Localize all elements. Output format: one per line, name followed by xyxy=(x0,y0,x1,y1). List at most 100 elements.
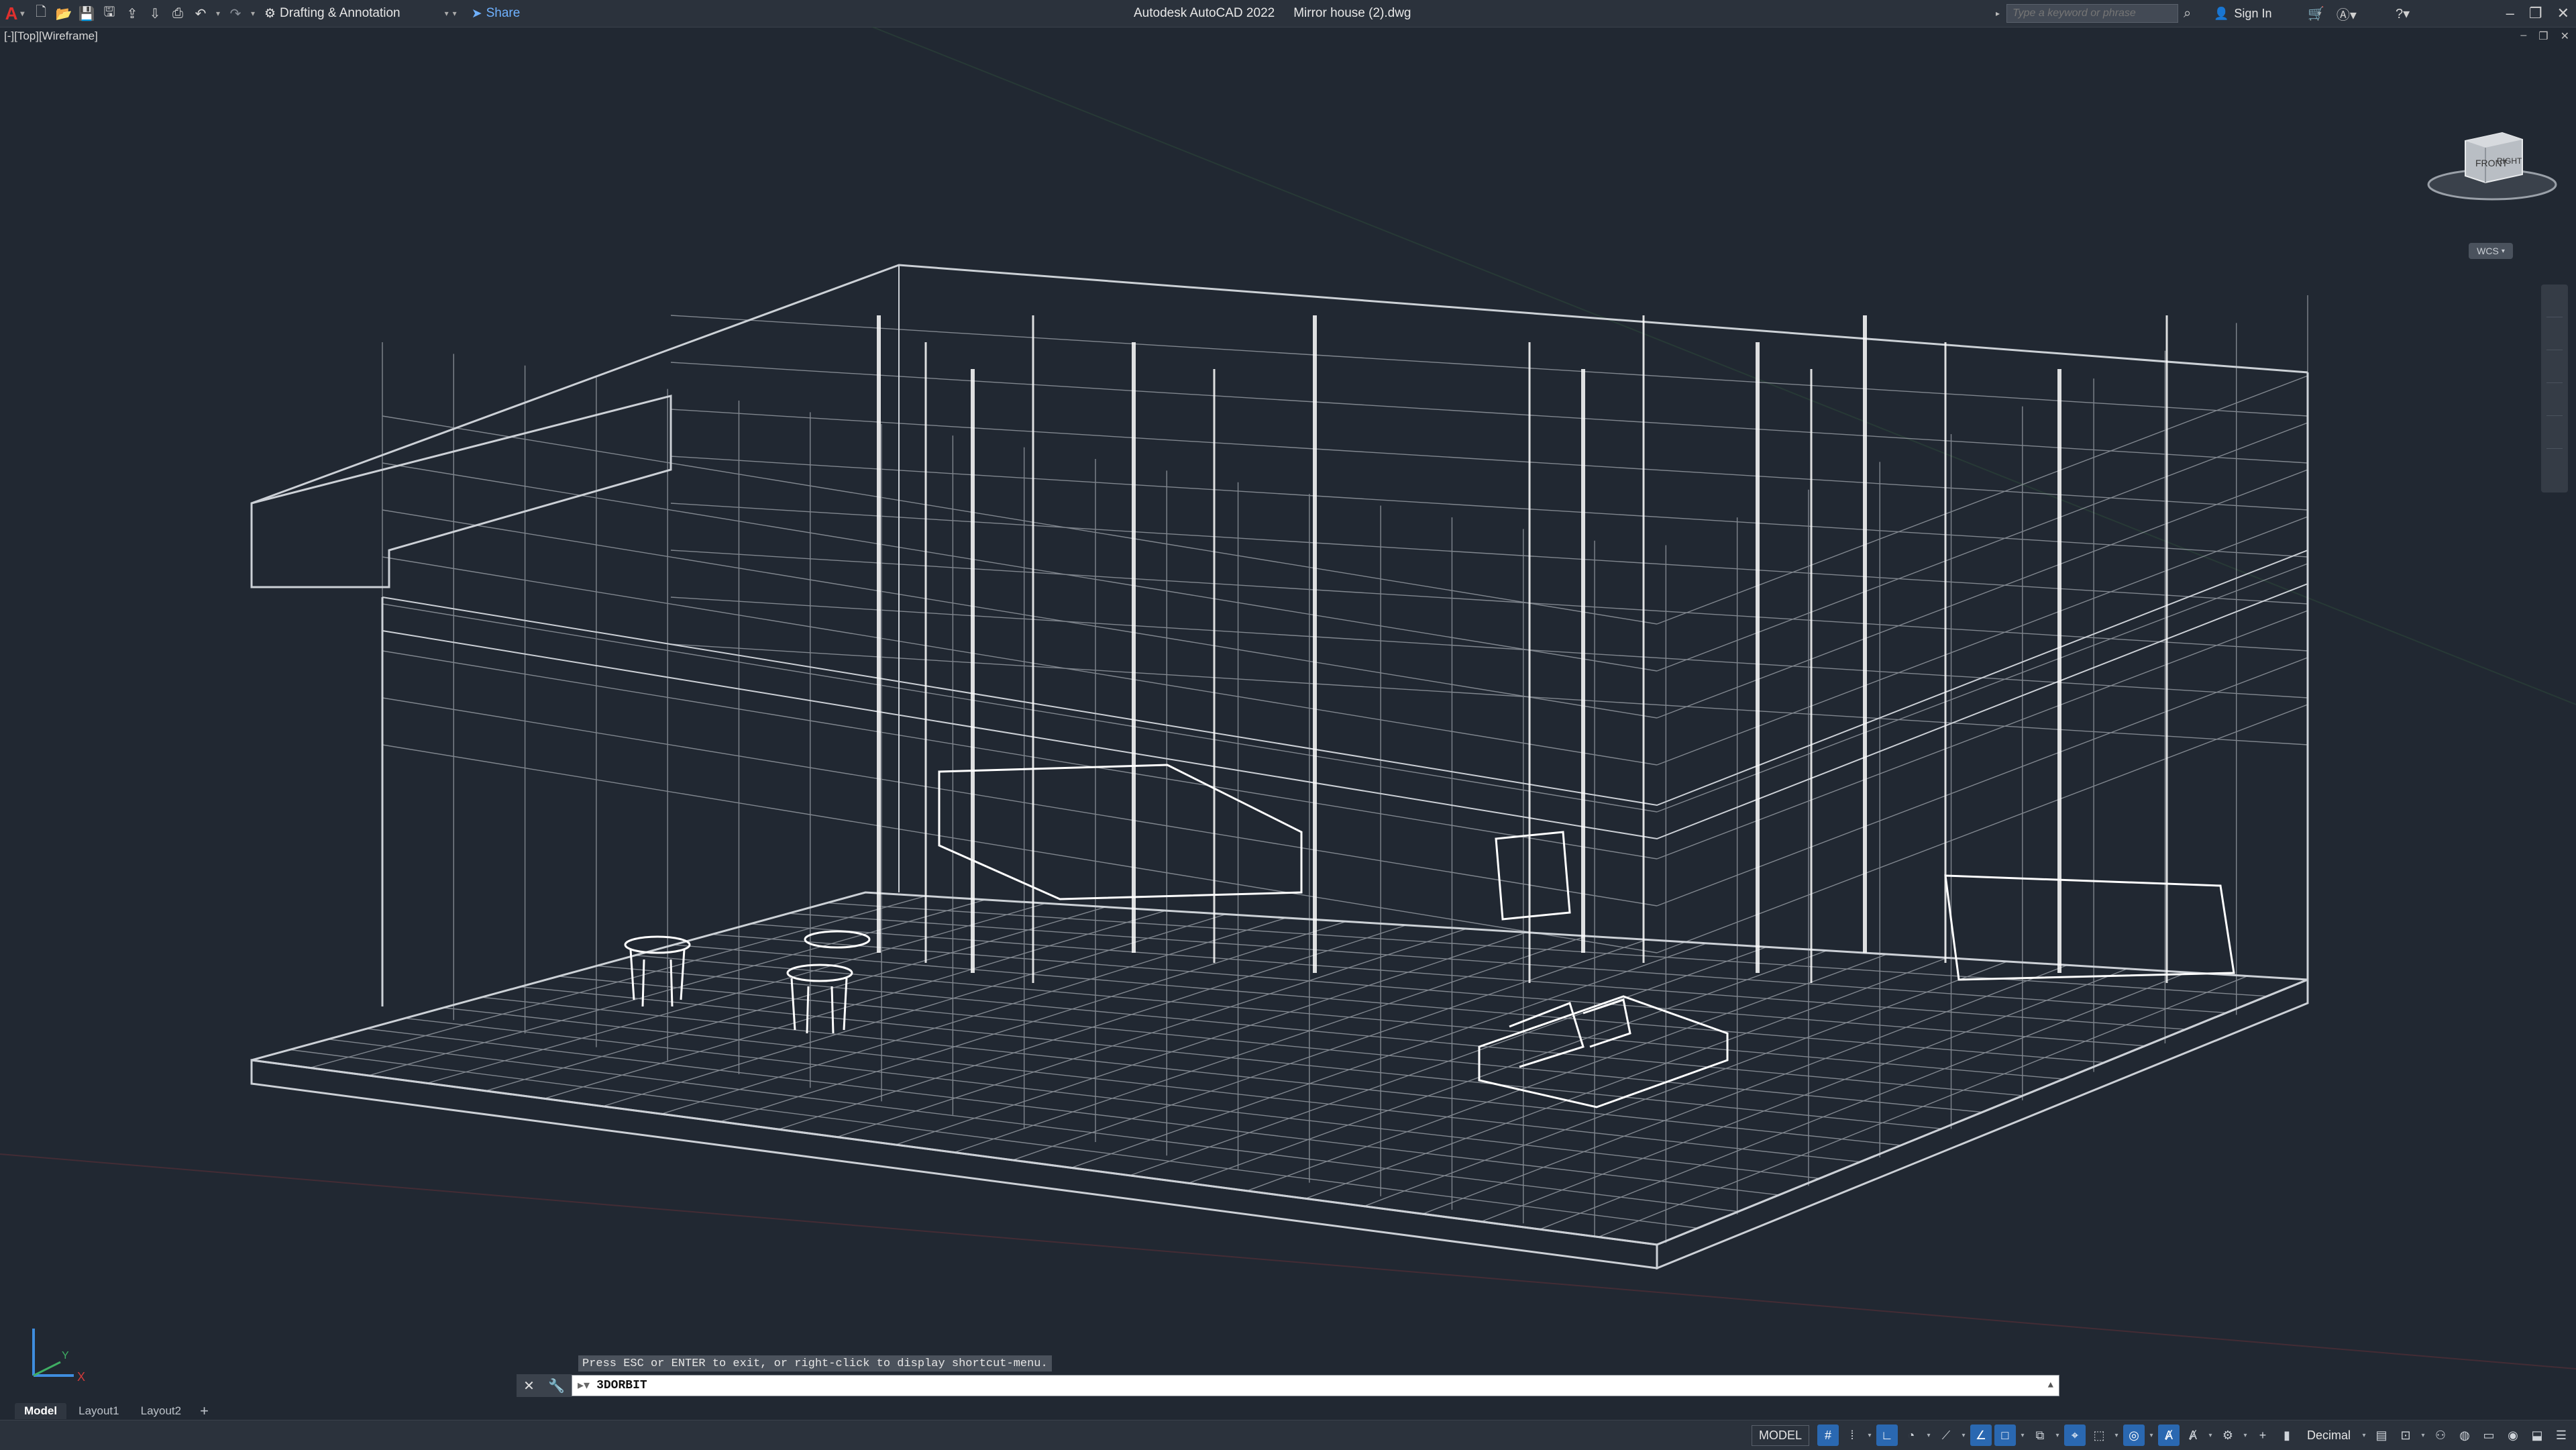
customize-wrench-icon[interactable]: 🔧 xyxy=(548,1378,565,1394)
isodraft-icon[interactable]: ⟋ xyxy=(1935,1425,1957,1446)
help-icon[interactable]: ?▾ xyxy=(2396,5,2410,22)
ortho-icon[interactable]: ∟ xyxy=(1876,1425,1898,1446)
auto-scale-icon[interactable]: Ⱥ xyxy=(2182,1425,2204,1446)
isolate-objects-icon[interactable]: ⚇ xyxy=(2430,1425,2451,1446)
search-icon[interactable]: ⌕ xyxy=(2184,6,2191,21)
gizmo-dropdown[interactable]: ▾ xyxy=(2147,1432,2155,1439)
application-menu-button[interactable]: A ▾ xyxy=(0,0,30,27)
workspace-dropdown[interactable]: ▾ xyxy=(2241,1432,2249,1439)
snap-dropdown[interactable]: ▾ xyxy=(1866,1432,1874,1439)
object-snap-tracking-icon[interactable]: ∠ xyxy=(1970,1425,1992,1446)
polar-icon[interactable]: ◔ xyxy=(1900,1425,1922,1446)
bed-right xyxy=(1944,874,2235,981)
units-icon[interactable]: ▮ xyxy=(2276,1425,2298,1446)
open-from-web-button[interactable]: ⇪ xyxy=(121,2,144,25)
wireframe-grid xyxy=(290,295,2308,1243)
add-layout-icon[interactable]: + xyxy=(193,1402,215,1420)
save-button[interactable]: 💾 xyxy=(75,2,98,25)
command-line-tools: ✕ 🔧 xyxy=(517,1374,572,1397)
ucs-y-label: Y xyxy=(62,1350,69,1361)
pan-icon[interactable] xyxy=(2546,325,2563,350)
cart-icon[interactable]: 🛒 xyxy=(2308,5,2324,22)
expand-icon[interactable]: ▸ xyxy=(1996,9,2000,18)
maximize-icon[interactable]: ❐ xyxy=(2529,5,2542,22)
viewport-controls-label[interactable]: [-][Top][Wireframe] xyxy=(4,30,98,43)
minimize-icon[interactable]: – xyxy=(2506,5,2514,22)
units-chevron[interactable]: ▾ xyxy=(2360,1432,2368,1439)
share-icon: ➤ xyxy=(471,6,482,21)
floor-grid-line xyxy=(485,906,1106,1092)
cabinet xyxy=(1495,831,1571,921)
model-space-button[interactable]: MODEL xyxy=(1751,1425,1809,1446)
graphics-performance-icon[interactable]: ◉ xyxy=(2502,1425,2524,1446)
osnap-dropdown[interactable]: ▾ xyxy=(2019,1432,2027,1439)
floor-grid-line xyxy=(1246,953,1888,1192)
title-bar: A ▾ 🗋 📂 💾 🖫 ⇪ ⇩ ⎙ ↶ ▾ ↷ ▾ ⚙ Drafting & A… xyxy=(0,0,2576,28)
units-dropdown[interactable]: Decimal xyxy=(2300,1429,2357,1443)
undo-dropdown[interactable]: ▾ xyxy=(212,2,224,25)
viewcube-right-label: RIGHT xyxy=(2497,156,2522,166)
annotation-visibility-icon[interactable]: Ⱥ xyxy=(2157,1425,2180,1446)
annotation-scale-dropdown[interactable]: ▾ xyxy=(2206,1432,2214,1439)
hardware-acceleration-icon[interactable]: ◍ xyxy=(2454,1425,2475,1446)
command-input[interactable]: ▸▾ 3DORBIT ▲ xyxy=(572,1375,2059,1396)
lock-ui-icon[interactable]: ⊡ xyxy=(2395,1425,2416,1446)
redo-dropdown[interactable]: ▾ xyxy=(247,2,259,25)
workspace-gear-icon[interactable]: ⚙ xyxy=(2217,1425,2239,1446)
orbit-icon[interactable] xyxy=(2546,391,2563,416)
y-axis-ground-line xyxy=(871,27,2576,705)
customize-qat-icon[interactable]: ▾ xyxy=(453,9,457,18)
save-as-button[interactable]: 🖫 xyxy=(98,2,121,25)
stool-1 xyxy=(624,935,691,954)
ucs-icon: X Y xyxy=(32,1329,85,1384)
dynamic-ucs-icon[interactable]: ⌖ xyxy=(2063,1425,2086,1446)
search-input[interactable] xyxy=(2006,4,2179,23)
window-controls: – ❐ ✕ xyxy=(2506,0,2569,27)
close-icon[interactable]: ✕ xyxy=(2557,5,2569,22)
zoom-extents-icon[interactable] xyxy=(2546,358,2563,383)
gizmo-icon[interactable]: ◎ xyxy=(2123,1425,2145,1446)
undo-button[interactable]: ↶ xyxy=(189,2,212,25)
save-to-web-button[interactable]: ⇩ xyxy=(144,2,166,25)
tab-layout2[interactable]: Layout2 xyxy=(131,1403,191,1419)
close-command-icon[interactable]: ✕ xyxy=(523,1378,535,1394)
plot-button[interactable]: ⎙ xyxy=(166,2,189,25)
tab-layout1[interactable]: Layout1 xyxy=(69,1403,129,1419)
new-button[interactable]: 🗋 xyxy=(30,2,52,25)
redo-button[interactable]: ↷ xyxy=(224,2,247,25)
share-button[interactable]: ➤ Share xyxy=(472,6,521,21)
back-wall-band-line xyxy=(670,503,2308,605)
clean-screen-icon[interactable]: ▭ xyxy=(2478,1425,2500,1446)
polar-dropdown[interactable]: ▾ xyxy=(1925,1432,1933,1439)
tab-model[interactable]: Model xyxy=(15,1403,67,1419)
viewcube[interactable]: FRONT RIGHT xyxy=(2422,121,2563,221)
wcs-menu[interactable]: WCS ▾ xyxy=(2469,243,2513,259)
grid-icon[interactable]: # xyxy=(1817,1425,1839,1446)
navigation-bar[interactable] xyxy=(2541,284,2568,493)
back-wall-band-line xyxy=(670,362,2308,464)
back-wall-band-line xyxy=(670,315,2308,417)
workspace-switcher[interactable]: ⚙ Drafting & Annotation ▾ ▾ xyxy=(264,6,457,21)
autodesk-app-icon[interactable]: Ⓐ▾ xyxy=(2337,4,2357,23)
ucs-y-axis xyxy=(33,1361,61,1377)
open-button[interactable]: 📂 xyxy=(52,2,75,25)
back-wall-band-line xyxy=(670,643,2308,745)
isodraft-dropdown[interactable]: ▾ xyxy=(1960,1432,1968,1439)
chevron-down-icon: ▾ xyxy=(215,9,221,18)
full-nav-wheel-icon[interactable] xyxy=(2546,293,2563,317)
snap-icon[interactable]: ⁞ xyxy=(1841,1425,1863,1446)
quick-properties-icon[interactable]: ▤ xyxy=(2371,1425,2392,1446)
lock-ui-dropdown[interactable]: ▾ xyxy=(2419,1432,2427,1439)
3d-osnap-icon[interactable]: ⧉ xyxy=(2029,1425,2051,1446)
customization-menu-icon[interactable]: ☰ xyxy=(2551,1425,2572,1446)
fullscreen-icon[interactable]: ⬓ xyxy=(2526,1425,2548,1446)
object-snap-icon[interactable]: □ xyxy=(1994,1425,2016,1446)
selection-dropdown[interactable]: ▾ xyxy=(2112,1432,2121,1439)
command-history-icon[interactable]: ▲ xyxy=(2048,1380,2053,1391)
drawing-viewport[interactable]: FRONT RIGHT WCS ▾ X Y xyxy=(0,27,2576,1402)
3d-osnap-dropdown[interactable]: ▾ xyxy=(2053,1432,2061,1439)
sign-in-button[interactable]: 👤 Sign In ▾ xyxy=(2214,0,2322,27)
showmotion-icon[interactable] xyxy=(2546,424,2563,449)
selection-filter-icon[interactable]: ⬚ xyxy=(2088,1425,2110,1446)
annotation-monitor-icon[interactable]: + xyxy=(2252,1425,2273,1446)
